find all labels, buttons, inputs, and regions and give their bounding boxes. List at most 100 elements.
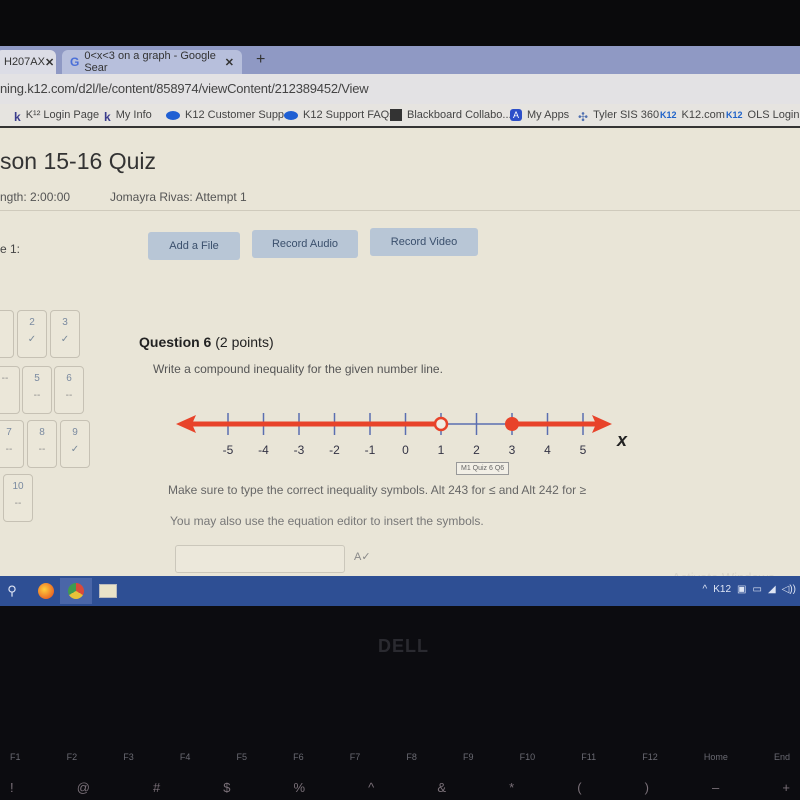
- record-video-button[interactable]: Record Video: [370, 228, 478, 256]
- closed-dot-endpoint: [505, 417, 519, 431]
- question-nav-5[interactable]: 5 --: [22, 366, 52, 414]
- keyboard-key: F11: [581, 752, 597, 762]
- tab-label: 0<x<3 on a graph - Google Sear: [84, 50, 216, 74]
- question-number-label: Question 6: [139, 334, 212, 350]
- tick-label: -1: [365, 443, 376, 457]
- volume-icon[interactable]: ◁)): [782, 584, 796, 595]
- number-line-graph: -5 -4 -3 -2 -1 0 1 2 3 4 5 x: [176, 413, 628, 457]
- question-number: 3: [62, 317, 68, 328]
- question-nav-6[interactable]: 6 --: [54, 366, 84, 414]
- app-tray-icon[interactable]: ▣: [737, 584, 746, 595]
- bookmark-blackboard[interactable]: Blackboard Collabo...: [390, 109, 512, 121]
- record-audio-button[interactable]: Record Audio: [252, 230, 358, 258]
- chrome-icon[interactable]: [60, 578, 92, 604]
- symbol-key-row: ! @ # $% ^ & * () – +: [0, 780, 800, 795]
- keyboard-key: F12: [642, 752, 658, 762]
- bookmark-tyler-sis[interactable]: ✣ Tyler SIS 360: [578, 109, 660, 124]
- question-number: 2: [29, 317, 35, 328]
- tab-h207ax[interactable]: H207AX ✕: [0, 50, 56, 74]
- bookmark-customer-support[interactable]: K12 Customer Supp...: [166, 109, 293, 121]
- system-tray: ^ K12 ▣ ▭ ◢ ◁)): [703, 584, 796, 595]
- keyboard-key: (: [577, 780, 582, 795]
- close-icon[interactable]: ✕: [225, 56, 234, 69]
- question-nav-9[interactable]: 9 ✓: [60, 420, 90, 468]
- bookmark-label: K12 Customer Supp...: [185, 109, 294, 121]
- spellcheck-icon[interactable]: A✓: [354, 550, 371, 563]
- bookmark-label: My Apps: [527, 109, 570, 121]
- windows-taskbar: ⚲ ^ K12 ▣ ▭ ◢ ◁)): [0, 576, 800, 606]
- question-nav-7[interactable]: 7 --: [0, 420, 24, 468]
- add-file-button[interactable]: Add a File: [148, 232, 240, 260]
- keyboard-key: #: [152, 780, 161, 795]
- equation-editor-hint: You may also use the equation editor to …: [170, 514, 484, 528]
- bookmark-ols-login[interactable]: K12 OLS Login: [726, 109, 800, 121]
- question-nav-3[interactable]: 3 ✓: [50, 310, 80, 358]
- bookmark-k12-com[interactable]: K12 K12.com: [660, 109, 725, 121]
- tick-label: 2: [473, 443, 480, 457]
- close-icon[interactable]: ✕: [45, 56, 54, 69]
- bookmark-label: Blackboard Collabo...: [407, 109, 512, 121]
- question-nav-8[interactable]: 8 --: [27, 420, 57, 468]
- question-number: 6: [66, 373, 72, 384]
- keyboard-key: –: [712, 780, 720, 795]
- bookmark-label: Tyler SIS 360: [593, 109, 660, 121]
- keyboard-key: F1: [10, 752, 21, 762]
- number-line-tick-labels: -5 -4 -3 -2 -1 0 1 2 3 4 5: [223, 443, 587, 457]
- keyboard-key: F2: [66, 752, 78, 762]
- check-icon: ✓: [60, 334, 70, 345]
- wifi-icon[interactable]: ◢: [768, 584, 776, 595]
- keyboard-key: &: [437, 780, 447, 795]
- question-prompt: Write a compound inequality for the give…: [153, 362, 443, 376]
- new-tab-button[interactable]: +: [256, 51, 265, 69]
- keyboard-key: %: [293, 780, 306, 795]
- answer-input[interactable]: [175, 545, 345, 573]
- battery-icon[interactable]: ▭: [752, 584, 761, 595]
- question-nav-10[interactable]: 10 --: [3, 474, 33, 522]
- tick-label: 4: [544, 443, 551, 457]
- url-text[interactable]: ning.k12.com/d2l/le/content/858974/viewC…: [0, 81, 369, 96]
- tick-label: 5: [580, 443, 587, 457]
- keyboard-key: *: [509, 780, 515, 795]
- salesforce-cloud-icon: [284, 110, 298, 120]
- page-title: son 15-16 Quiz: [0, 148, 156, 174]
- question-nav-1[interactable]: [0, 310, 14, 358]
- bookmark-my-info[interactable]: k My Info: [104, 109, 152, 124]
- keyboard-key: F3: [123, 752, 134, 762]
- keyboard-key: F8: [406, 752, 417, 762]
- k12-k-icon: k: [14, 110, 21, 124]
- check-icon: ✓: [27, 334, 37, 345]
- keyboard-key: F9: [463, 752, 474, 762]
- question-number: 9: [72, 427, 78, 438]
- bookmark-label: K12.com: [681, 109, 725, 121]
- unanswered-mark: --: [14, 498, 22, 509]
- bookmark-support-faqs[interactable]: K12 Support FAQs: [284, 109, 395, 121]
- question-nav-2[interactable]: 2 ✓: [17, 310, 47, 358]
- keyboard-key: F4: [179, 752, 191, 762]
- divider: [0, 210, 800, 211]
- question-nav-4[interactable]: --: [0, 366, 20, 414]
- page-label: e 1:: [0, 242, 21, 256]
- question-points: (2 points): [215, 334, 274, 350]
- blackboard-icon: [390, 109, 402, 121]
- keyboard-key: F5: [236, 752, 248, 762]
- tab-label: H207AX: [4, 56, 45, 68]
- file-explorer-icon[interactable]: [96, 580, 120, 602]
- show-hidden-icons[interactable]: ^: [703, 584, 708, 595]
- google-icon: G: [70, 55, 80, 69]
- search-icon[interactable]: ⚲: [0, 580, 24, 602]
- address-bar[interactable]: ning.k12.com/d2l/le/content/858974/viewC…: [0, 74, 800, 104]
- bookmark-my-apps[interactable]: A My Apps: [510, 109, 569, 121]
- unanswered-mark: --: [33, 390, 41, 401]
- bookmark-label: K12 Support FAQs: [303, 109, 395, 121]
- salesforce-cloud-icon: [166, 110, 180, 120]
- unanswered-mark: --: [65, 390, 73, 401]
- question-number: 8: [39, 427, 45, 438]
- laptop-bezel-top: [0, 0, 800, 48]
- k12-k-icon: k: [104, 110, 111, 124]
- firefox-icon[interactable]: [34, 580, 58, 602]
- k12-tray-icon[interactable]: K12: [713, 584, 731, 595]
- k12-logo-icon: K12: [726, 110, 743, 120]
- tab-google-search[interactable]: G 0<x<3 on a graph - Google Sear ✕: [62, 50, 242, 74]
- bookmark-k12-login[interactable]: k K¹² Login Page: [14, 109, 99, 124]
- quiz-page: son 15-16 Quiz ngth: 2:00:00 Jomayra Riv…: [0, 130, 800, 606]
